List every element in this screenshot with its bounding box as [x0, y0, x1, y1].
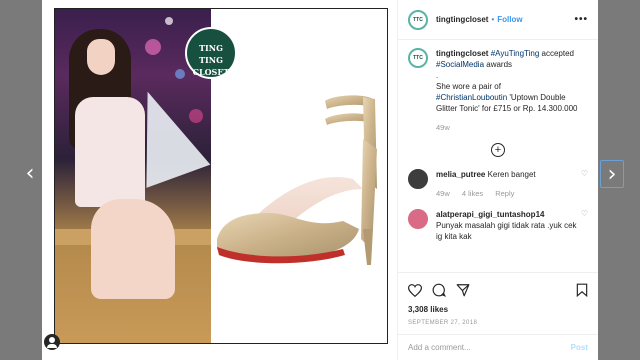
avatar[interactable] — [408, 169, 428, 189]
more-options-icon[interactable]: ••• — [574, 14, 588, 25]
post-actions: 3,308 likes SEPTEMBER 27, 2018 — [398, 272, 598, 326]
add-comment-bar: Add a comment... Post — [398, 334, 598, 360]
hashtag-link[interactable]: #SocialMedia — [436, 60, 484, 69]
post-media: TING TING CLOSET — [42, 0, 398, 360]
comment-text: Keren banget — [487, 170, 536, 179]
post-date: SEPTEMBER 27, 2018 — [408, 320, 478, 326]
heart-outline-icon[interactable]: ♡ — [581, 209, 588, 242]
comment-icon[interactable] — [432, 283, 446, 297]
post-image-frame: TING TING CLOSET — [54, 8, 388, 344]
bookmark-icon[interactable] — [576, 283, 588, 297]
caption-text: . — [436, 71, 439, 80]
comment-input[interactable]: Add a comment... — [408, 343, 471, 352]
avatar[interactable]: TTC — [408, 48, 428, 68]
heart-icon[interactable] — [408, 283, 422, 297]
list-item: melia_putree Keren banget 49w 4 likes Re… — [408, 169, 588, 199]
caption-time[interactable]: 49w — [436, 123, 450, 132]
share-icon[interactable] — [456, 283, 470, 297]
comment-username[interactable]: melia_putree — [436, 170, 485, 179]
separator-dot: • — [491, 15, 495, 24]
comment-likes[interactable]: 4 likes — [462, 189, 483, 198]
stiletto-shoe-image — [217, 95, 377, 265]
post-sidebar: TTC tingtingcloset • Follow ••• TTC ting… — [398, 0, 598, 360]
avatar[interactable]: TTC — [408, 9, 428, 30]
caption-text: awards — [484, 60, 513, 69]
caption: TTC tingtingcloset #AyuTingTing accepted… — [408, 48, 588, 133]
caption-text: accepted — [539, 49, 575, 58]
comment-username[interactable]: alatperapi_gigi_tuntashop14 — [436, 210, 544, 219]
post-modal: TING TING CLOSET TTC tingtingcloset • Fo… — [42, 0, 598, 360]
plus-circle-icon[interactable]: + — [491, 143, 505, 157]
comment-text: Punyak masalah gigi tidak rata .yuk cek … — [436, 221, 577, 241]
hashtag-link[interactable]: #AyuTingTing — [491, 49, 540, 58]
list-item: alatperapi_gigi_tuntashop14 Punyak masal… — [408, 209, 588, 242]
follow-button[interactable]: Follow — [497, 15, 522, 24]
brand-logo-badge: TING TING CLOSET — [185, 27, 237, 79]
heart-outline-icon[interactable]: ♡ — [581, 169, 588, 199]
caption-username[interactable]: tingtingcloset — [436, 49, 488, 58]
avatar[interactable] — [408, 209, 428, 229]
reply-button[interactable]: Reply — [495, 189, 514, 198]
comments-list: TTC tingtingcloset #AyuTingTing accepted… — [398, 40, 598, 272]
comment-time[interactable]: 49w — [436, 189, 450, 198]
post-username[interactable]: tingtingcloset — [436, 15, 488, 24]
caption-text: She wore a pair of — [436, 82, 501, 91]
post-button[interactable]: Post — [571, 343, 588, 352]
chevron-right-icon[interactable]: › — [600, 160, 624, 188]
hashtag-link[interactable]: #ChristianLouboutin — [436, 93, 507, 102]
likes-count[interactable]: 3,308 likes — [408, 305, 588, 314]
profile-icon[interactable] — [44, 334, 60, 350]
post-header: TTC tingtingcloset • Follow ••• — [398, 0, 598, 40]
chevron-left-icon[interactable]: ‹ — [18, 160, 42, 188]
